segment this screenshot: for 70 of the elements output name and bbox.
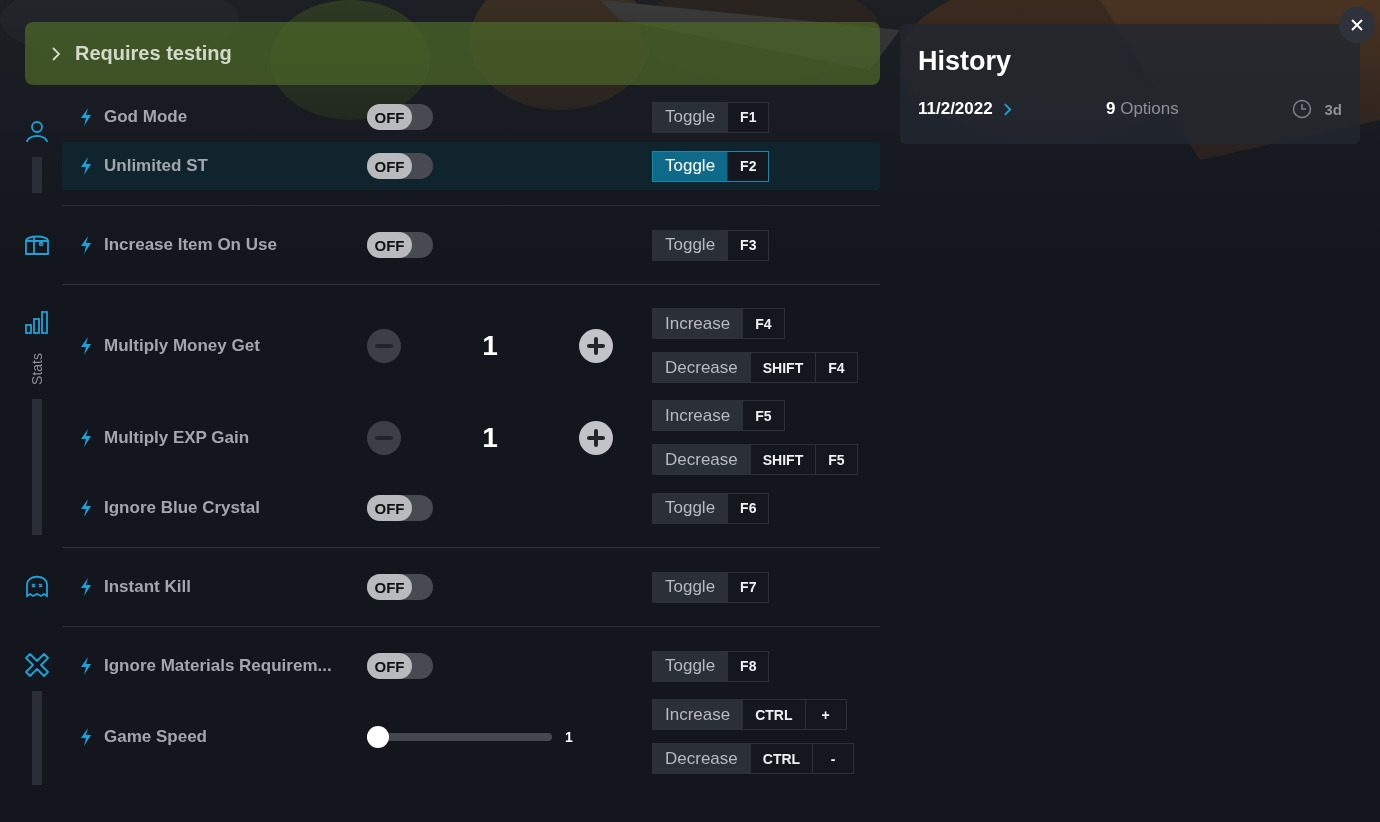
toggle-switch[interactable]: OFF <box>367 574 433 600</box>
option-row[interactable]: Ignore Materials Requirem... OFF Toggle F8 <box>62 642 880 690</box>
slider-thumb[interactable] <box>367 725 389 748</box>
panel-title: History <box>918 46 1013 77</box>
toggle-switch[interactable]: OFF <box>367 153 433 179</box>
chevron-icon[interactable] <box>1002 101 1012 117</box>
stepper-value: 1 <box>481 421 499 454</box>
option-row[interactable]: Ignore Blue Crystal OFF Toggle F6 <box>62 484 880 532</box>
lightning-icon <box>80 499 92 517</box>
hotkey-button[interactable]: Toggle F3 <box>652 229 770 261</box>
hotkey-button[interactable]: Toggle F2 <box>652 150 770 182</box>
option-row[interactable]: Multiply EXP Gain 1 Increase F5 Decrease SHIFT F5 <box>62 392 880 483</box>
option-name: Multiply Money Get <box>104 335 261 356</box>
lightning-icon <box>80 428 92 447</box>
ghost-icon <box>24 574 49 598</box>
plus-button[interactable] <box>579 420 613 455</box>
history-age: 3d <box>1324 100 1342 118</box>
cross-icon <box>24 653 49 677</box>
options-count: 9 Options <box>1106 99 1180 119</box>
clock-icon <box>1292 99 1313 119</box>
option-name: Increase Item On Use <box>104 235 278 255</box>
hotkey-button[interactable]: Toggle F1 <box>652 101 770 133</box>
option-name: Instant Kill <box>104 577 192 597</box>
option-row[interactable]: Instant Kill OFF Toggle F7 <box>62 563 880 611</box>
option-row[interactable]: God Mode OFF Toggle F1 <box>62 93 880 141</box>
option-name: God Mode <box>104 107 189 127</box>
history-date[interactable]: 11/2/2022 <box>918 99 993 119</box>
slider[interactable] <box>367 725 552 748</box>
hotkey-button[interactable]: Toggle F7 <box>652 571 770 603</box>
toggle-switch[interactable]: OFF <box>367 653 433 679</box>
close-icon <box>1351 19 1363 31</box>
option-name: Game Speed <box>104 726 208 747</box>
lightning-icon <box>80 336 92 355</box>
plus-icon <box>587 428 605 447</box>
plus-icon <box>587 336 605 355</box>
hotkey-button[interactable]: Increase CTRL + <box>652 699 847 730</box>
lightning-icon <box>80 108 92 126</box>
option-name: Unlimited ST <box>104 156 209 176</box>
minus-icon <box>375 435 393 440</box>
option-row[interactable]: Increase Item On Use OFF Toggle F3 <box>62 221 880 269</box>
category-label: Stats <box>28 353 45 385</box>
option-row[interactable]: Unlimited ST OFF Toggle F2 <box>62 142 880 190</box>
toggle-switch[interactable]: OFF <box>367 232 433 258</box>
hotkey-button[interactable]: Decrease SHIFT F5 <box>652 444 858 475</box>
toggle-switch[interactable]: OFF <box>367 495 433 521</box>
hotkey-button[interactable]: Increase F4 <box>652 308 785 339</box>
section-bar <box>32 157 42 193</box>
option-row[interactable]: Game Speed 1 Increase CTRL + Decrease CTRL - <box>62 691 880 782</box>
stepper-value: 1 <box>481 329 499 362</box>
option-name: Ignore Materials Requirem... <box>104 656 333 676</box>
option-name: Multiply EXP Gain <box>104 427 251 448</box>
hotkey-button[interactable]: Toggle F8 <box>652 650 770 682</box>
requires-testing-banner[interactable]: Requires testing <box>25 22 880 85</box>
option-row[interactable]: Multiply Money Get 1 Increase F4 Decrease SHIFT F4 <box>62 300 880 391</box>
hotkey-button[interactable]: Decrease CTRL - <box>652 743 855 774</box>
bar-chart-icon <box>24 311 49 335</box>
minus-icon <box>375 343 393 348</box>
lightning-icon <box>80 157 92 175</box>
plus-button[interactable] <box>579 328 613 363</box>
lightning-icon <box>80 578 92 596</box>
hotkey-button[interactable]: Increase F5 <box>652 400 785 431</box>
person-icon <box>24 119 49 143</box>
toggle-switch[interactable]: OFF <box>367 104 433 130</box>
lightning-icon <box>80 236 92 254</box>
slider-value: 1 <box>565 728 573 745</box>
hotkey-button[interactable]: Toggle F6 <box>652 492 770 524</box>
lightning-icon <box>80 727 92 746</box>
option-name: Ignore Blue Crystal <box>104 498 261 518</box>
lightning-icon <box>80 657 92 675</box>
hotkey-button[interactable]: Decrease SHIFT F4 <box>652 352 858 383</box>
